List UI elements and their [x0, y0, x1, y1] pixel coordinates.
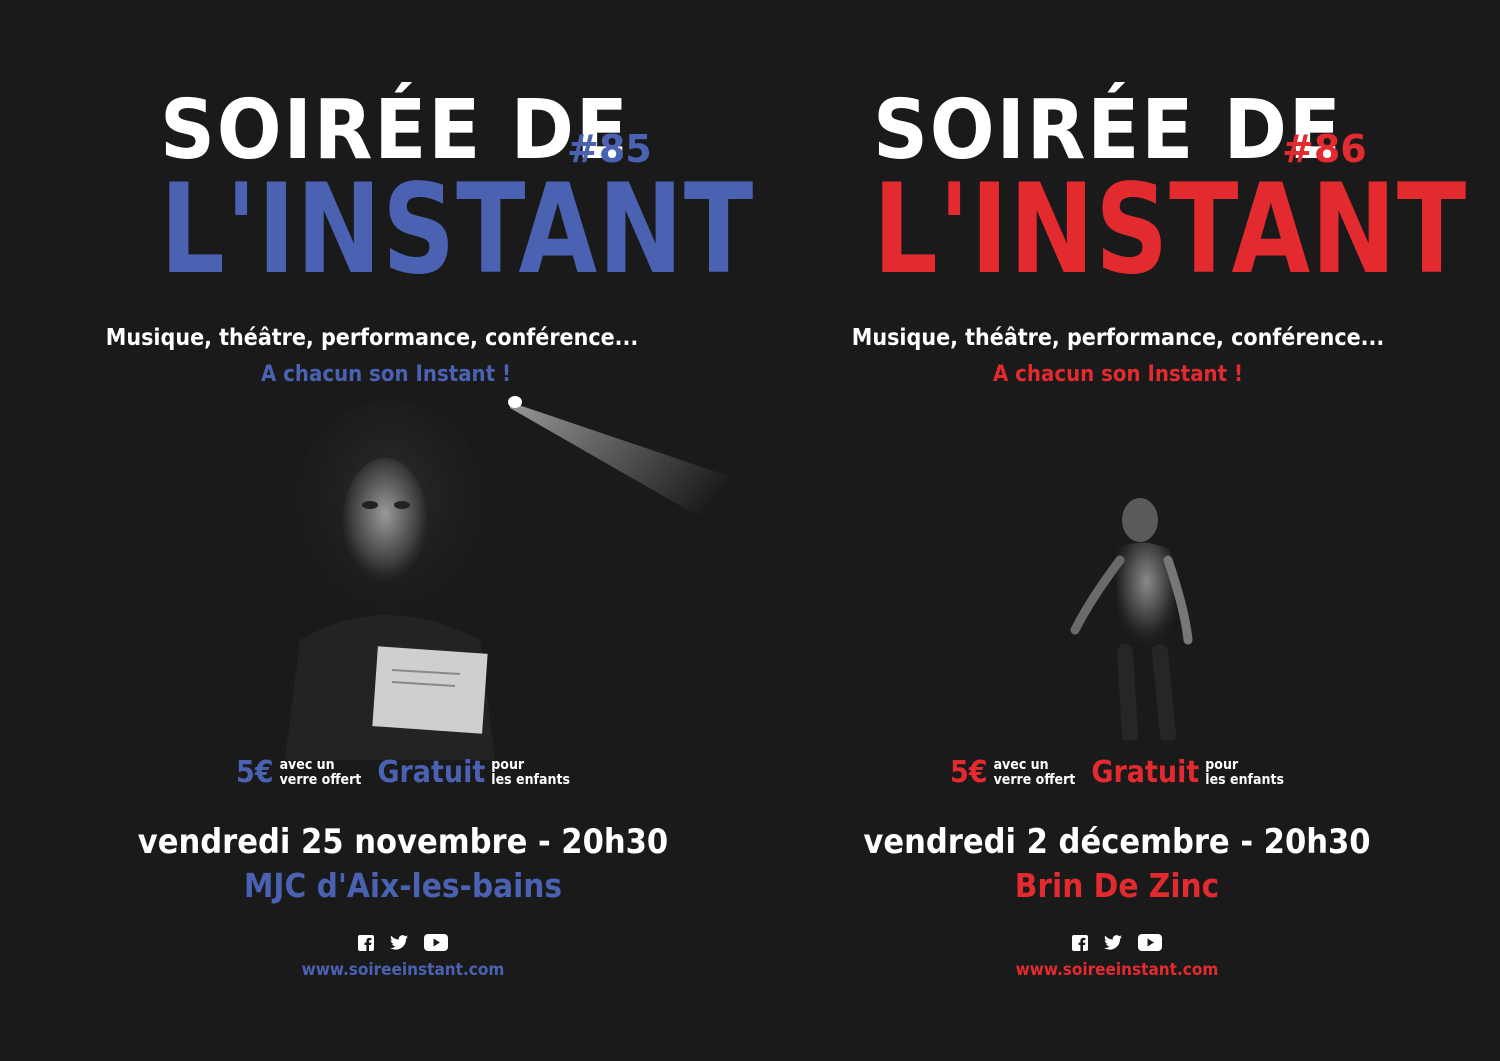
tagline: Musique, théâtre, performance, conférenc… [105, 325, 639, 351]
tagline: Musique, théâtre, performance, conférenc… [851, 325, 1385, 351]
price-amount: 5€ [950, 755, 988, 790]
free-label: Gratuit [1091, 755, 1200, 790]
child-price: Gratuit pour les enfants [1091, 758, 1284, 788]
facebook-icon[interactable] [358, 934, 374, 951]
price-note: avec un verre offert [994, 758, 1076, 787]
poster-title-line2: L'INSTANT [160, 158, 755, 302]
poster-title-line2: L'INSTANT [873, 158, 1468, 302]
price-note-line1: avec un [993, 757, 1049, 774]
event-date: vendredi 2 décembre - 20h30 [863, 822, 1371, 862]
website-link[interactable]: www.soireeinstant.com [28, 960, 778, 980]
event-venue: Brin De Zinc [1014, 866, 1220, 905]
adult-price: 5€ avec un verre offert [236, 758, 361, 788]
poster-85: SOIRÉE DE #85 L'INSTANT Musique, théâtre… [0, 0, 753, 1061]
free-note-line2: les enfants [1205, 772, 1284, 788]
facebook-icon[interactable] [1072, 934, 1088, 951]
youtube-icon[interactable] [424, 934, 448, 951]
price-info: 5€ avec un verre offert Gratuit pour les… [742, 758, 1492, 788]
twitter-icon[interactable] [390, 935, 408, 950]
price-amount: 5€ [236, 755, 274, 790]
website-link[interactable]: www.soireeinstant.com [742, 960, 1492, 980]
price-note-line2: verre offert [993, 772, 1076, 788]
performer-photo [285, 396, 740, 760]
free-note-line1: pour [1205, 757, 1239, 774]
youtube-icon[interactable] [1138, 934, 1162, 951]
price-info: 5€ avec un verre offert Gratuit pour les… [28, 758, 778, 788]
price-note-line2: verre offert [279, 772, 362, 788]
social-links [742, 934, 1492, 951]
free-note-line2: les enfants [491, 772, 570, 788]
child-price: Gratuit pour les enfants [377, 758, 570, 788]
event-date: vendredi 25 novembre - 20h30 [137, 822, 669, 862]
slogan: A chacun son Instant ! [992, 362, 1244, 387]
event-venue: MJC d'Aix-les-bains [243, 866, 563, 905]
free-note-line1: pour [491, 757, 525, 774]
social-links [28, 934, 778, 951]
price-note: avec un verre offert [280, 758, 362, 787]
poster-86: SOIRÉE DE #86 L'INSTANT Musique, théâtre… [750, 0, 1500, 1061]
adult-price: 5€ avec un verre offert [950, 758, 1075, 788]
performer-photo [1070, 498, 1193, 740]
free-label: Gratuit [377, 755, 486, 790]
twitter-icon[interactable] [1104, 935, 1122, 950]
price-note-line1: avec un [279, 757, 335, 774]
free-note: pour les enfants [491, 758, 570, 787]
free-note: pour les enfants [1205, 758, 1284, 787]
